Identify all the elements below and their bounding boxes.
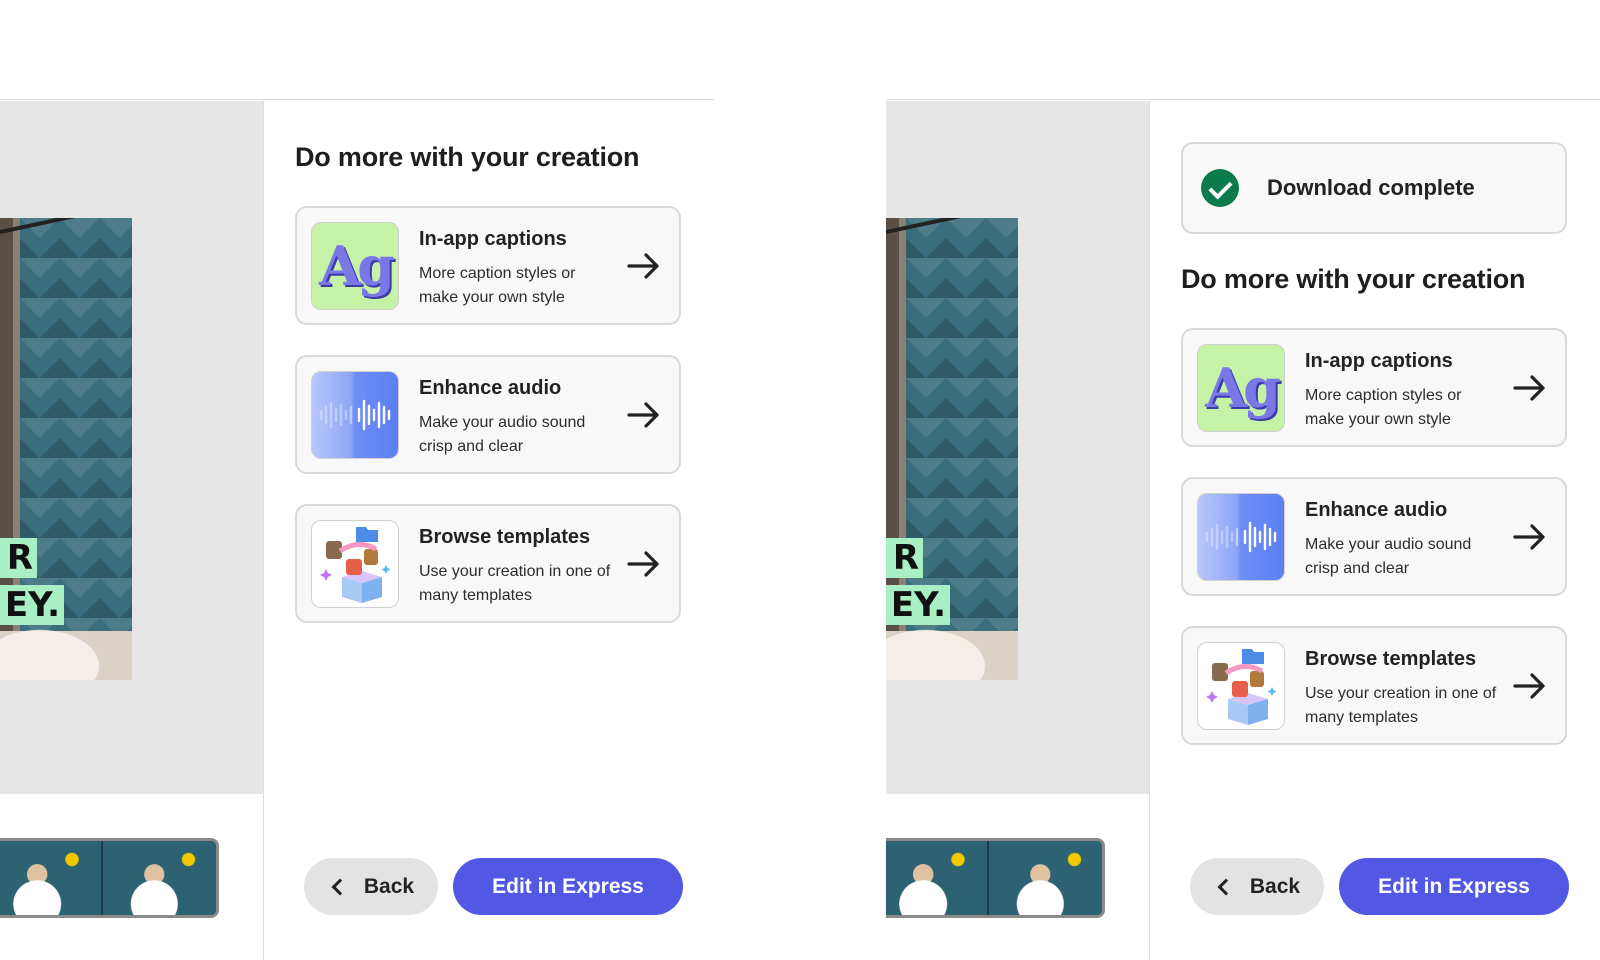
audio-waveform-icon — [1197, 493, 1285, 581]
checkmark-circle-icon — [1201, 169, 1239, 207]
caption-line-2: EY. — [0, 585, 64, 625]
arrow-right-icon — [1513, 673, 1545, 699]
back-button[interactable]: Back — [1190, 858, 1324, 915]
card-description: Make your audio sound crisp and clear — [1305, 536, 1472, 577]
timeline-strip[interactable] — [886, 838, 1105, 918]
top-bar — [886, 0, 1600, 100]
card-description: Use your creation in one of many templat… — [419, 563, 611, 604]
card-title: Enhance audio — [1305, 499, 1448, 521]
edit-in-express-button[interactable]: Edit in Express — [453, 858, 683, 915]
toast-message: Download complete — [1267, 175, 1475, 200]
captions-ag-icon: Ag — [311, 222, 399, 310]
back-button-label: Back — [1249, 874, 1301, 898]
caption-line-1: R — [886, 538, 923, 578]
top-bar — [0, 0, 714, 100]
back-button-label: Back — [363, 874, 415, 898]
card-description: Make your audio sound crisp and clear — [419, 414, 586, 455]
timeline-strip[interactable] — [0, 838, 219, 918]
audio-waveform-icon — [311, 371, 399, 459]
timeline-thumbnail — [987, 841, 1102, 915]
card-title: In-app captions — [1305, 350, 1453, 372]
side-panel: Download complete Do more with your crea… — [1149, 101, 1600, 960]
timeline-thumbnail — [101, 841, 216, 915]
arrow-right-icon — [1513, 375, 1545, 401]
download-complete-toast: Download complete — [1181, 142, 1567, 234]
card-enhance-audio[interactable]: Enhance audio Make your audio sound cris… — [295, 355, 681, 474]
back-button[interactable]: Back — [304, 858, 438, 915]
card-in-app-captions[interactable]: Ag In-app captions More caption styles o… — [295, 206, 681, 325]
edit-in-express-button[interactable]: Edit in Express — [1339, 858, 1569, 915]
chevron-left-icon — [1217, 878, 1235, 895]
card-title: In-app captions — [419, 228, 567, 250]
panel-heading: Do more with your creation — [1181, 264, 1526, 294]
card-enhance-audio[interactable]: Enhance audio Make your audio sound cris… — [1181, 477, 1567, 596]
card-browse-templates[interactable]: Browse templates Use your creation in on… — [295, 504, 681, 623]
chevron-left-icon — [331, 878, 349, 895]
timeline-thumbnail — [886, 841, 987, 915]
export-panel-frame-2: R EY. Download complete Do more with you… — [886, 0, 1600, 960]
card-description: More caption styles or make your own sty… — [1305, 387, 1462, 428]
export-panel-frame-1: R EY. Do more with your creation Ag In-a… — [0, 0, 714, 960]
card-title: Browse templates — [419, 526, 591, 548]
caption-line-2: EY. — [886, 585, 950, 625]
arrow-right-icon — [627, 253, 659, 279]
arrow-right-icon — [1513, 524, 1545, 550]
side-panel: Do more with your creation Ag In-app cap… — [263, 101, 714, 960]
video-preview-area: R EY. — [886, 101, 1149, 794]
card-title: Browse templates — [1305, 648, 1477, 670]
card-title: Enhance audio — [419, 377, 562, 399]
templates-icon — [1197, 642, 1285, 730]
timeline-thumbnail — [0, 841, 101, 915]
caption-line-1: R — [0, 538, 37, 578]
arrow-right-icon — [627, 402, 659, 428]
panel-heading: Do more with your creation — [295, 142, 640, 172]
templates-icon — [311, 520, 399, 608]
arrow-right-icon — [627, 551, 659, 577]
card-browse-templates[interactable]: Browse templates Use your creation in on… — [1181, 626, 1567, 745]
card-description: Use your creation in one of many templat… — [1305, 685, 1497, 726]
card-description: More caption styles or make your own sty… — [419, 265, 576, 306]
captions-ag-icon: Ag — [1197, 344, 1285, 432]
card-in-app-captions[interactable]: Ag In-app captions More caption styles o… — [1181, 328, 1567, 447]
video-preview-area: R EY. — [0, 101, 263, 794]
